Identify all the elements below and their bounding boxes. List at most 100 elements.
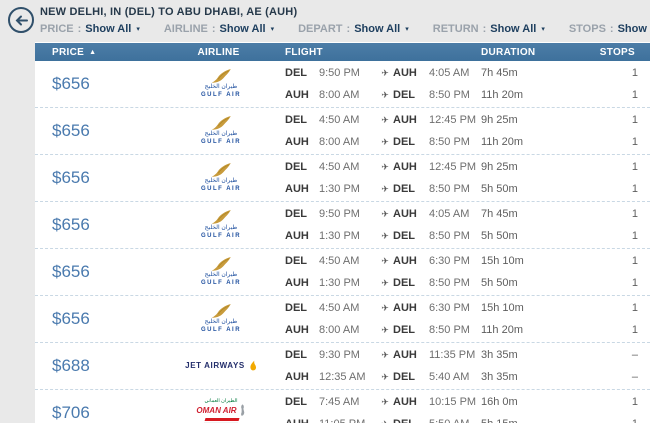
column-header[interactable]: STOPS [593, 47, 650, 58]
stops-cell: 1 1 [593, 393, 650, 423]
flight-result-row[interactable]: $656 طيران الخليج GULF AIR DEL 4:50 AM ✈… [35, 296, 650, 343]
price-value: $688 [52, 356, 90, 375]
filter-dropdown[interactable]: RETURN : Show All ▾ [433, 23, 545, 35]
arrival-time: 8:50 PM [429, 323, 470, 336]
destination-code: AUH [393, 254, 417, 267]
filter-separator: : [609, 23, 614, 35]
filter-dropdown[interactable]: DEPART : Show All ▾ [298, 23, 409, 35]
outbound-stops: 1 [631, 113, 638, 126]
departure-time: 8:00 AM [319, 88, 360, 101]
origin-code: AUH [285, 370, 309, 383]
gulf-air-name: GULF AIR [200, 232, 242, 239]
destination-code: AUH [393, 348, 417, 361]
arrival-time: 12:45 PM [429, 160, 477, 173]
filter-dropdown[interactable]: STOPS : Show All ▾ [569, 23, 650, 35]
duration-cell: 9h 25m 11h 20m [473, 111, 593, 152]
stops-cell: 1 1 [593, 64, 650, 105]
origin-code: AUH [285, 135, 309, 148]
destination-code: DEL [393, 182, 415, 195]
destination-code: DEL [393, 135, 415, 148]
origin-code: DEL [285, 395, 307, 408]
origin-code: DEL [285, 66, 307, 79]
results-table: PRICE ▲ AIRLINE FLIGHT DURATION STOPS $65… [35, 42, 650, 423]
column-header-label: PRICE [52, 46, 85, 58]
plane-icon: ✈ [381, 255, 389, 266]
outbound-duration: 9h 25m [481, 113, 518, 126]
column-header[interactable]: AIRLINE [165, 47, 277, 58]
column-header-label: STOPS [599, 46, 635, 58]
outbound-stops: 1 [631, 160, 638, 173]
gulf-air-falcon-icon [211, 304, 231, 319]
filter-label: RETURN [432, 23, 479, 35]
destination-code: AUH [393, 66, 417, 79]
filter-dropdown[interactable]: PRICE : Show All ▾ [40, 23, 140, 35]
filter-label: STOPS [568, 23, 606, 35]
flight-result-row[interactable]: $656 طيران الخليج GULF AIR DEL 9:50 PM ✈… [35, 61, 650, 108]
plane-icon: ✈ [381, 277, 389, 288]
price-value: $656 [52, 309, 90, 328]
outbound-stops: 1 [631, 66, 638, 79]
outbound-duration: 9h 25m [481, 160, 518, 173]
oman-air-flag-stripes [202, 418, 240, 423]
arrival-time: 6:30 PM [429, 254, 470, 267]
departure-time: 4:50 AM [319, 254, 360, 267]
destination-code: DEL [393, 415, 429, 423]
gulf-air-logo: طيران الخليج GULF AIR [201, 69, 241, 98]
return-duration: 11h 20m [481, 88, 523, 101]
flight-result-row[interactable]: $706 الطيران العماني OMAN AIR DEL 7:45 A… [35, 390, 650, 423]
airline-cell: طيران الخليج GULF AIR [165, 257, 277, 286]
filter-bar: PRICE : Show All ▾ AIRLINE : Show All ▾ … [40, 23, 650, 35]
flight-result-row[interactable]: $656 طيران الخليج GULF AIR DEL 4:50 AM ✈… [35, 108, 650, 155]
outbound-duration: 7h 45m [481, 207, 518, 220]
column-header[interactable]: PRICE ▲ [35, 47, 165, 58]
plane-icon: ✈ [381, 161, 389, 172]
flight-result-row[interactable]: $656 طيران الخليج GULF AIR DEL 4:50 AM ✈… [35, 155, 650, 202]
arrival-time: 12:45 PM [429, 113, 477, 126]
origin-code: DEL [285, 348, 307, 361]
duration-cell: 15h 10m 5h 50m [473, 252, 593, 293]
filter-value: Show All [354, 23, 401, 35]
flight-result-row[interactable]: $656 طيران الخليج GULF AIR DEL 4:50 AM ✈… [35, 249, 650, 296]
table-body: $656 طيران الخليج GULF AIR DEL 9:50 PM ✈… [35, 61, 650, 423]
destination-code: DEL [393, 88, 415, 101]
outbound-segment: DEL 4:50 AM ✈ AUH 6:30 PM [277, 299, 473, 318]
filter-dropdown[interactable]: AIRLINE : Show All ▾ [164, 23, 274, 35]
origin-code: DEL [285, 113, 307, 126]
column-header[interactable]: DURATION [473, 47, 593, 58]
return-stops: 1 [631, 182, 638, 195]
price-value: $656 [52, 74, 90, 93]
plane-icon: ✈ [381, 208, 389, 219]
filter-label: PRICE [40, 23, 74, 35]
return-stops: 1 [631, 323, 638, 336]
airline-cell: طيران الخليج GULF AIR [165, 304, 277, 333]
plane-icon: ✈ [381, 67, 389, 78]
plane-icon: ✈ [381, 183, 389, 194]
destination-code: AUH [393, 395, 417, 408]
flight-result-row[interactable]: $656 طيران الخليج GULF AIR DEL 9:50 PM ✈… [35, 202, 650, 249]
column-header[interactable]: FLIGHT [277, 47, 473, 58]
departure-time: 11:05 PM [319, 415, 377, 423]
return-segment: AUH 8:00 AM ✈ DEL 8:50 PM [277, 86, 473, 105]
flight-result-row[interactable]: $688 JET AIRWAYS DEL 9:30 PM ✈ AUH 11:35… [35, 343, 650, 390]
outbound-stops: 1 [631, 395, 638, 408]
jet-airways-logo: JET AIRWAYS [185, 360, 257, 372]
sort-asc-icon: ▲ [89, 48, 97, 56]
flight-cell: DEL 9:30 PM ✈ AUH 11:35 PM AUH 12:35 AM … [277, 346, 475, 387]
arrival-time: 5:40 AM [429, 370, 470, 383]
return-segment: AUH 8:00 AM ✈ DEL 8:50 PM [277, 133, 473, 152]
return-stops: – [631, 370, 638, 383]
return-duration: 5h 50m [481, 182, 518, 195]
gulf-air-name: GULF AIR [200, 91, 242, 98]
back-arrow-icon [15, 15, 28, 25]
filter-separator: : [482, 23, 487, 35]
gulf-air-name: GULF AIR [200, 279, 242, 286]
destination-code: AUH [393, 207, 417, 220]
price-value: $656 [52, 262, 90, 281]
duration-cell: 3h 35m 3h 35m [473, 346, 593, 387]
airline-cell: طيران الخليج GULF AIR [165, 163, 277, 192]
destination-code: AUH [393, 301, 417, 314]
departure-time: 9:50 PM [319, 66, 360, 79]
filter-separator: : [346, 23, 351, 35]
arrival-time: 6:30 PM [429, 301, 470, 314]
back-button[interactable] [8, 7, 34, 33]
